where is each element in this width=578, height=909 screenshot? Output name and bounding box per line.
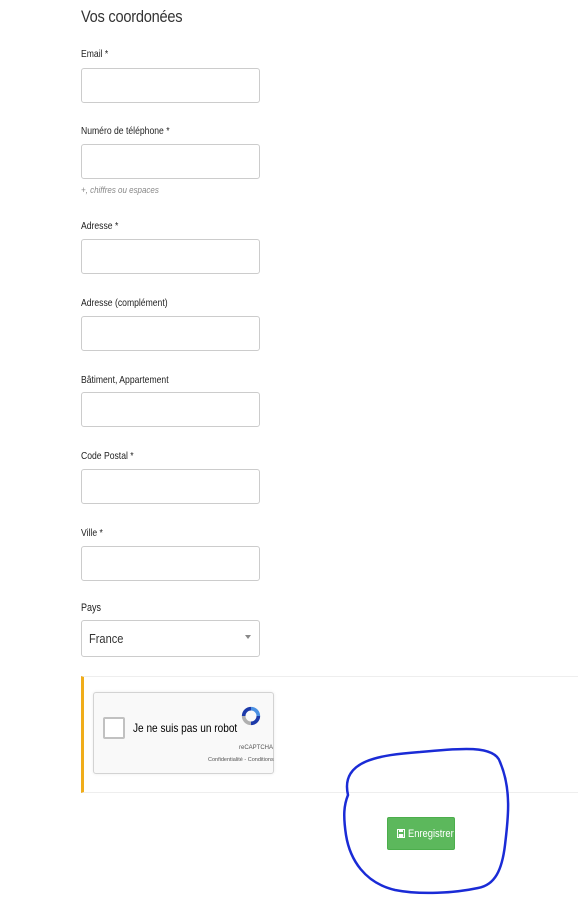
address-complement-field[interactable] [81, 316, 260, 351]
recaptcha-checkbox[interactable] [103, 717, 125, 739]
save-button[interactable]: Enregistrer [387, 817, 455, 850]
phone-field[interactable] [81, 144, 260, 179]
recaptcha-widget: Je ne suis pas un robot reCAPTCHA Confid… [93, 692, 274, 774]
country-select[interactable]: France [81, 620, 260, 657]
email-label: Email * [81, 48, 109, 60]
phone-help-text: +, chiffres ou espaces [81, 185, 159, 196]
recaptcha-icon [241, 706, 261, 726]
city-field[interactable] [81, 546, 260, 581]
city-label: Ville * [81, 527, 103, 539]
recaptcha-label: Je ne suis pas un robot [133, 721, 238, 735]
address-field[interactable] [81, 239, 260, 274]
phone-label: Numéro de téléphone * [81, 125, 170, 137]
chevron-down-icon [245, 635, 251, 639]
contact-details-form: Vos coordonées Email * Numéro de télépho… [0, 0, 578, 909]
save-button-label: Enregistrer [408, 828, 454, 840]
country-select-value: France [89, 631, 124, 646]
postal-code-field[interactable] [81, 469, 260, 504]
floppy-disk-icon [397, 829, 405, 838]
building-label: Bâtiment, Appartement [81, 374, 169, 386]
building-field[interactable] [81, 392, 260, 427]
country-label: Pays [81, 602, 102, 614]
postal-code-label: Code Postal * [81, 450, 134, 462]
recaptcha-brand: reCAPTCHA [239, 745, 274, 751]
address-label: Adresse * [81, 220, 119, 232]
address-complement-label: Adresse (complément) [81, 297, 168, 309]
email-field[interactable] [81, 68, 260, 103]
page-title: Vos coordonées [81, 7, 183, 26]
recaptcha-privacy-terms-link[interactable]: Confidentialité - Conditions [208, 757, 274, 763]
